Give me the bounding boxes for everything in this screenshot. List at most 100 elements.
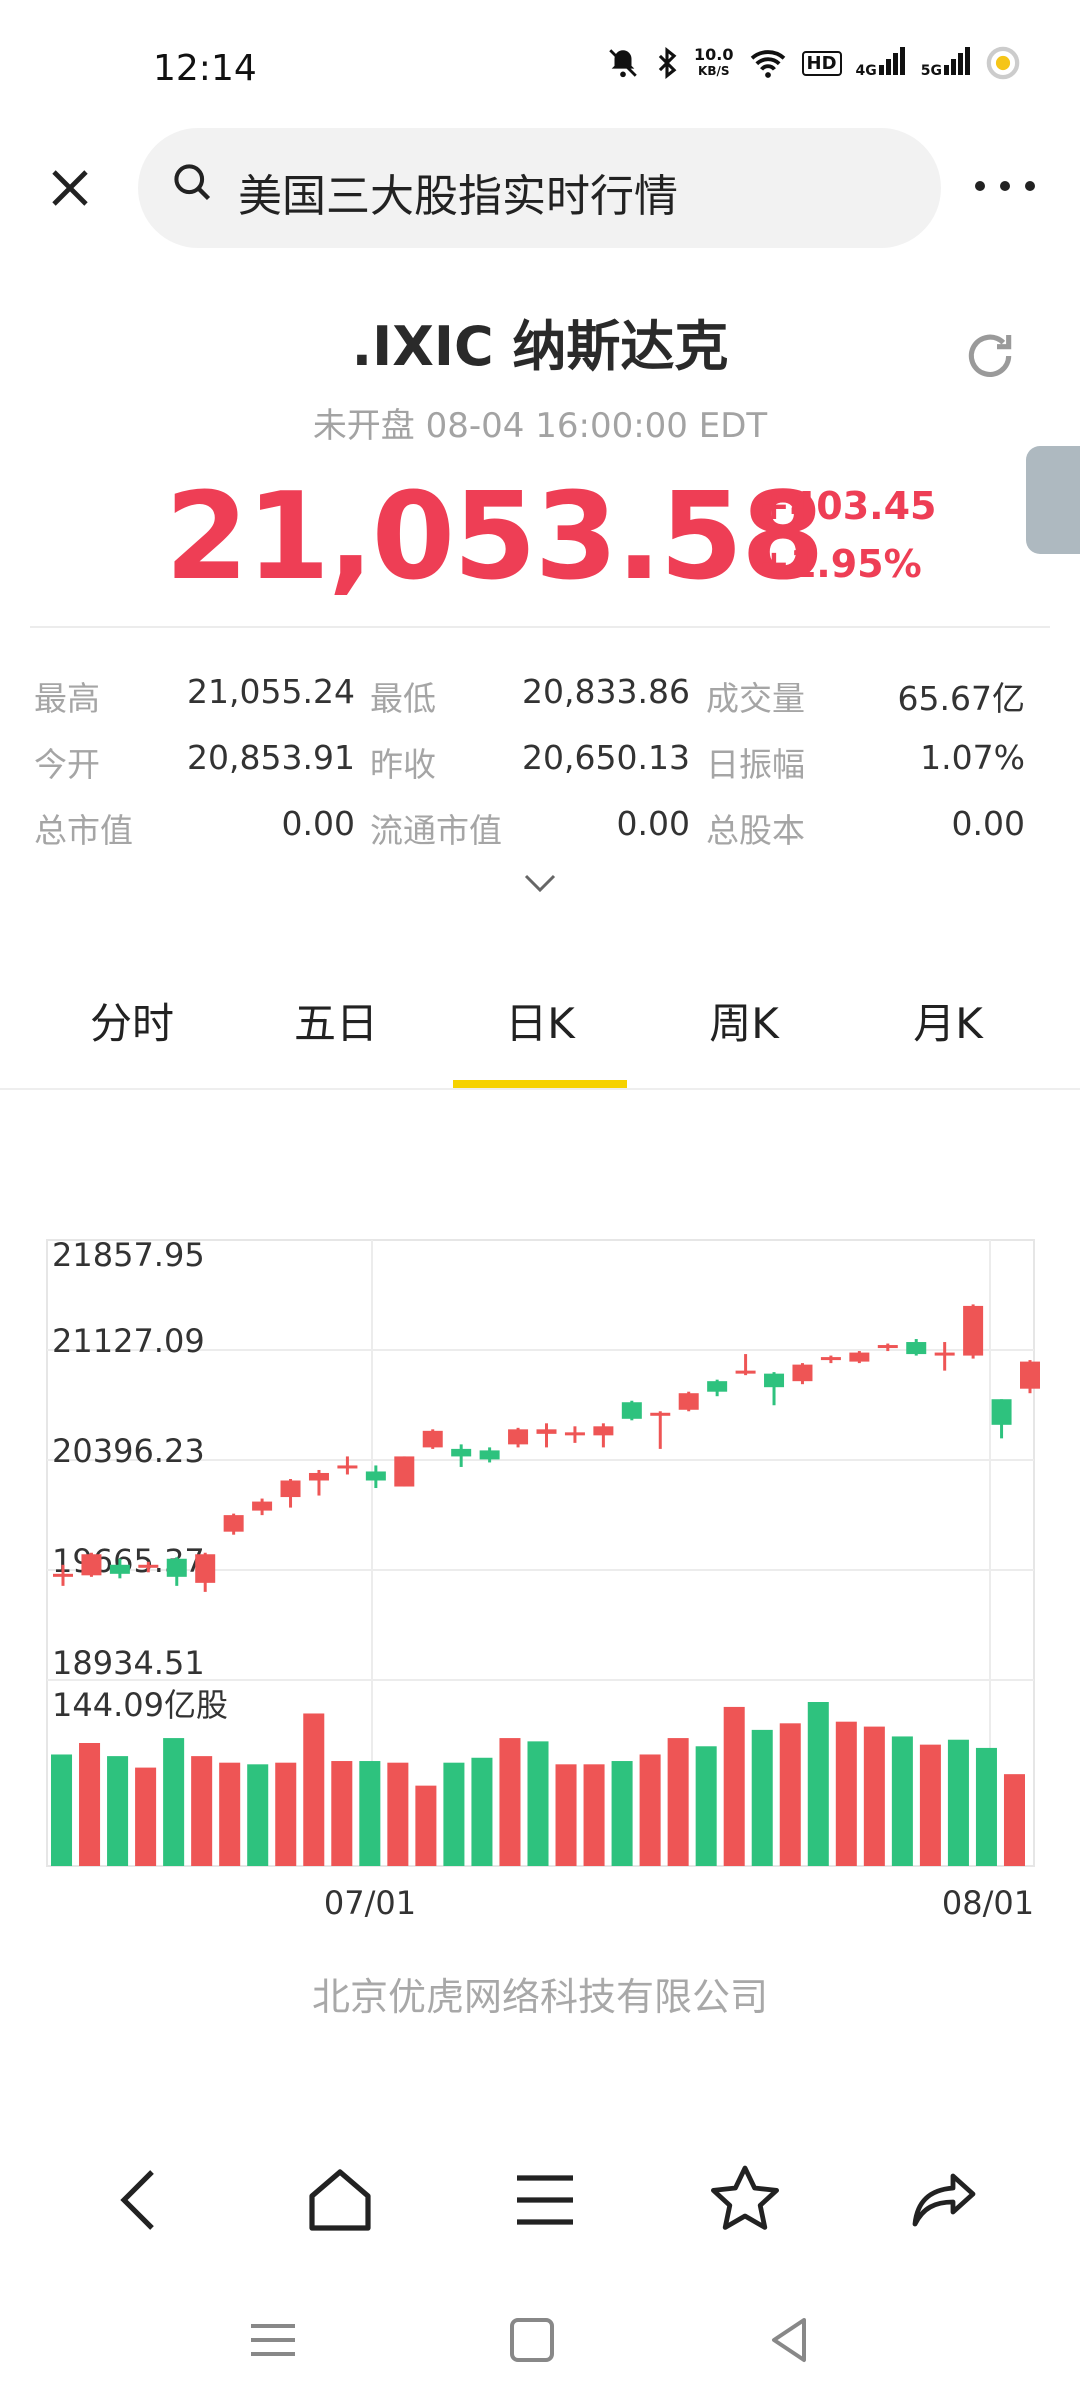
candle-body xyxy=(365,1471,386,1481)
refresh-icon[interactable] xyxy=(962,328,1018,384)
candle-body xyxy=(109,1564,130,1574)
candle-body xyxy=(820,1357,841,1361)
volume-bar xyxy=(611,1761,633,1866)
tab-4[interactable]: 周K xyxy=(664,990,824,1051)
candle-body xyxy=(621,1402,642,1419)
stat-value: 20,853.91 xyxy=(187,738,355,777)
volume-bar xyxy=(303,1713,325,1866)
stat-label: 昨收 xyxy=(370,745,436,784)
chevron-down-icon[interactable] xyxy=(520,868,560,898)
divider xyxy=(0,1088,1080,1090)
stat-label: 成交量 xyxy=(706,679,805,718)
close-button[interactable] xyxy=(40,158,100,218)
system-menu-icon[interactable] xyxy=(243,2310,303,2370)
more-dots-icon xyxy=(975,181,1035,191)
candle-body xyxy=(451,1448,472,1457)
change-absolute: +403.45 xyxy=(758,484,937,528)
candle-body xyxy=(138,1564,159,1568)
volume-bar xyxy=(1003,1774,1025,1866)
candle-body xyxy=(593,1426,614,1436)
candle-body xyxy=(963,1305,984,1356)
star-icon[interactable] xyxy=(705,2160,785,2240)
volume-label: 144.09亿股 xyxy=(52,1686,228,1724)
market-status: 未开盘 08-04 16:00:00 EDT xyxy=(312,406,768,446)
stat-label: 总市值 xyxy=(34,811,133,850)
volume-bar xyxy=(443,1762,465,1866)
candle-body xyxy=(252,1501,273,1511)
home-icon[interactable] xyxy=(300,2160,380,2240)
active-tab-indicator xyxy=(453,1080,627,1088)
y-tick-label: 20396.23 xyxy=(52,1432,205,1470)
stat-label: 流通市值 xyxy=(370,811,502,850)
candle-body xyxy=(792,1364,813,1382)
volume-bar xyxy=(583,1764,605,1866)
candle-body xyxy=(707,1381,728,1392)
candle-body xyxy=(678,1393,699,1410)
stat-value: 0.00 xyxy=(281,804,355,843)
volume-bar xyxy=(779,1723,801,1866)
battery-icon xyxy=(986,46,1020,80)
stat-value: 65.67亿 xyxy=(897,679,1025,718)
volume-bar xyxy=(667,1738,689,1866)
wifi-icon xyxy=(750,50,785,78)
candle-body xyxy=(223,1515,244,1532)
tab-2[interactable]: 五日 xyxy=(256,990,416,1051)
volume-bar xyxy=(807,1702,829,1866)
back-icon[interactable] xyxy=(100,2160,180,2240)
volume-bar xyxy=(639,1754,661,1866)
candle-body xyxy=(508,1429,529,1445)
stat-value: 0.00 xyxy=(616,804,690,843)
tab-3[interactable]: 日K xyxy=(460,990,620,1051)
status-time: 12:14 xyxy=(153,48,257,89)
volume-bar xyxy=(415,1785,437,1866)
hd-badge: HD xyxy=(801,50,842,76)
stat-value: 1.07% xyxy=(920,738,1025,777)
volume-bar xyxy=(499,1738,521,1866)
close-icon xyxy=(52,170,88,206)
system-home-icon[interactable] xyxy=(502,2310,562,2370)
candle-body xyxy=(735,1370,756,1374)
y-tick-label: 21857.95 xyxy=(52,1236,205,1274)
candle-body xyxy=(479,1450,500,1460)
stat-value: 20,833.86 xyxy=(522,672,690,711)
volume-bar xyxy=(947,1739,969,1866)
share-icon[interactable] xyxy=(905,2160,985,2240)
change-percent: +1.95% xyxy=(758,542,922,586)
volume-bar xyxy=(527,1741,549,1866)
candle-body xyxy=(934,1352,955,1356)
volume-bar xyxy=(359,1761,381,1866)
candle-body xyxy=(1020,1361,1040,1389)
net-speed: 10.0 KB/S xyxy=(694,45,734,79)
volume-bar xyxy=(555,1764,577,1866)
side-search-tab[interactable] xyxy=(1026,446,1080,554)
candle-body xyxy=(280,1480,301,1498)
candle-body xyxy=(166,1558,187,1577)
candlestick-chart[interactable]: 21857.9521127.0920396.2319665.3718934.51… xyxy=(0,1220,1080,1920)
divider xyxy=(30,626,1050,628)
candle-body xyxy=(564,1432,585,1436)
volume-bar xyxy=(863,1726,885,1866)
candle-body xyxy=(53,1573,73,1577)
tab-1[interactable]: 分时 xyxy=(52,990,212,1051)
volume-bar xyxy=(891,1736,913,1866)
x-tick-label: 08/01 xyxy=(942,1884,1034,1920)
y-tick-label: 18934.51 xyxy=(52,1644,205,1682)
candle-body xyxy=(764,1373,785,1388)
volume-bar xyxy=(163,1738,185,1866)
system-back-icon[interactable] xyxy=(760,2310,820,2370)
volume-bar xyxy=(79,1743,101,1866)
candle-body xyxy=(536,1429,557,1434)
search-query: 美国三大股指实时行情 xyxy=(238,171,678,222)
volume-bar xyxy=(107,1756,129,1866)
status-icons: 10.0 KB/S HD 4G 5G xyxy=(606,46,1020,80)
stat-label: 总股本 xyxy=(706,811,805,850)
more-button[interactable] xyxy=(970,160,1050,200)
volume-bar xyxy=(723,1706,745,1866)
y-tick-label: 21127.09 xyxy=(52,1322,205,1360)
stat-label: 最低 xyxy=(370,679,436,718)
menu-icon[interactable] xyxy=(505,2160,585,2240)
search-icon xyxy=(174,164,211,201)
volume-bar xyxy=(247,1764,269,1866)
stock-title: .IXIC 纳斯达克 xyxy=(351,315,729,378)
tab-5[interactable]: 月K xyxy=(868,990,1028,1051)
